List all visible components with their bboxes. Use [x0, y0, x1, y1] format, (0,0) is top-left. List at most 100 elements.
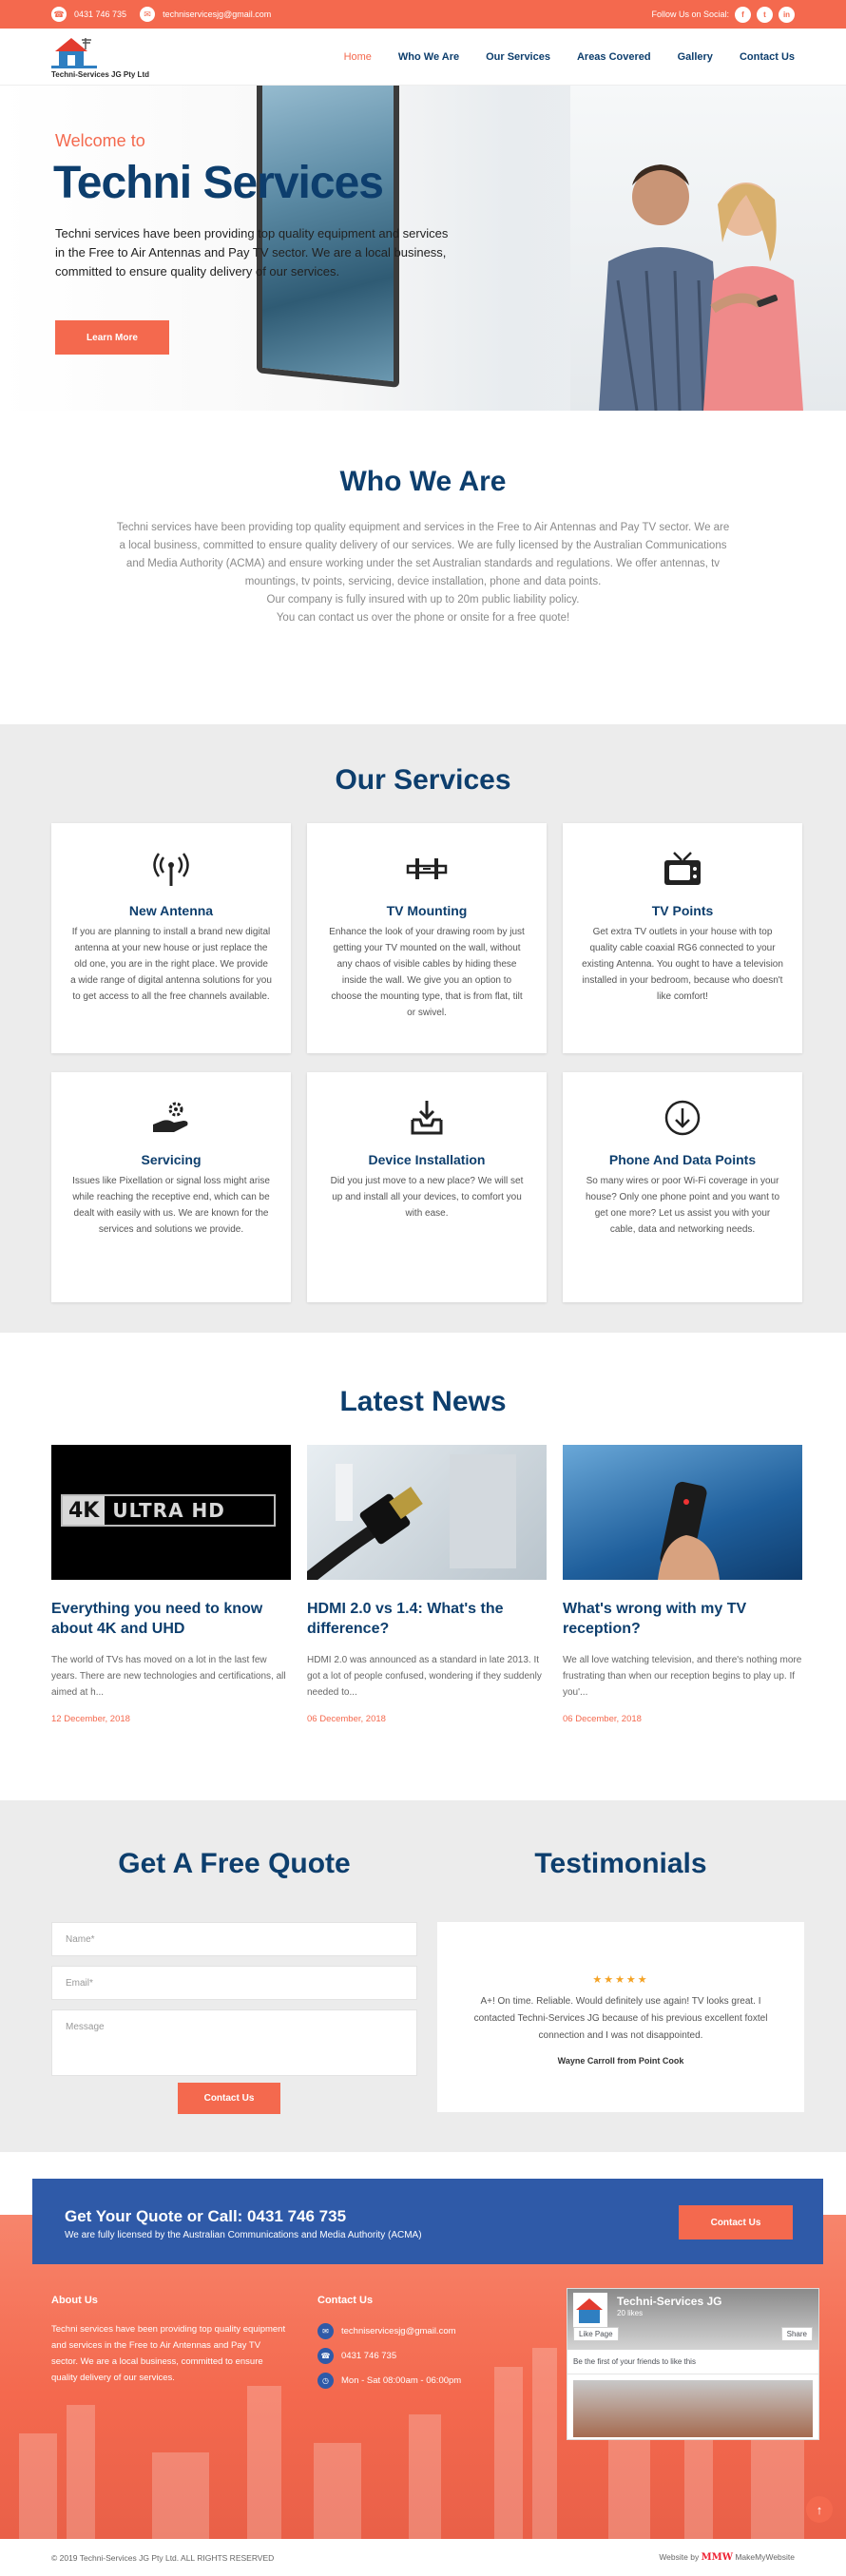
who-body: Techni services have been providing top …: [114, 519, 732, 627]
news-image-hdmi[interactable]: [307, 1445, 547, 1580]
hero-welcome: Welcome to: [55, 131, 145, 150]
who-paragraph-2: Our company is fully insured with up to …: [266, 594, 580, 606]
news-item-excerpt: HDMI 2.0 was announced as a standard in …: [307, 1655, 542, 1698]
news-item-date: 06 December, 2018: [307, 1714, 386, 1724]
facebook-page-name[interactable]: Techni-Services JG: [617, 2295, 722, 2308]
facebook-icon[interactable]: f: [735, 6, 751, 23]
service-title: New Antenna: [128, 903, 214, 918]
device-install-icon: [326, 1097, 528, 1139]
nav-home[interactable]: Home: [344, 51, 372, 63]
twitter-icon[interactable]: t: [757, 6, 773, 23]
news-item-title[interactable]: HDMI 2.0 vs 1.4: What's the difference?: [307, 1599, 547, 1639]
hero-title: Techni Services: [53, 158, 384, 208]
news-image-remote[interactable]: [563, 1445, 802, 1580]
facebook-post-preview: [573, 2380, 813, 2437]
facebook-cover: Techni-Services JG 20 likes Like Page Sh…: [567, 2289, 818, 2350]
latest-news-section: Latest News 4K ULTRA HD Everything you n…: [0, 1333, 846, 1800]
footer-contact-title: Contact Us: [317, 2295, 374, 2306]
service-title: Device Installation: [368, 1152, 486, 1167]
main-nav: Home Who We Are Our Services Areas Cover…: [344, 51, 795, 63]
cta-subtitle: We are fully licensed by the Australian …: [65, 2230, 422, 2240]
quote-contact-button[interactable]: Contact Us: [178, 2083, 280, 2114]
makemywebsite-logo: MMW: [701, 2552, 733, 2563]
testimonial-card: ★★★★★ A+! On time. Reliable. Would defin…: [437, 1922, 804, 2112]
facebook-page-avatar: [573, 2293, 607, 2327]
service-card-phone-data[interactable]: Phone And Data Points So many wires or p…: [563, 1072, 802, 1302]
footer-email-line[interactable]: ✉ techniservicesjg@gmail.com: [317, 2323, 456, 2339]
facebook-widget: Techni-Services JG 20 likes Like Page Sh…: [567, 2288, 819, 2440]
phone-icon: ☎: [51, 7, 67, 22]
service-desc: If you are planning to install a brand n…: [70, 927, 272, 1002]
mail-icon: ✉: [140, 7, 156, 22]
news-card[interactable]: What's wrong with my TV reception? We al…: [563, 1445, 802, 1724]
quote-message-field[interactable]: Message: [51, 2009, 417, 2076]
quote-testimonials-section: Get A Free Quote Name* Email* Message Co…: [0, 1800, 846, 2152]
copyright: © 2019 Techni-Services JG Pty Ltd. ALL R…: [51, 2552, 275, 2563]
footer-phone[interactable]: 0431 746 735: [341, 2351, 396, 2361]
top-email[interactable]: techniservicesjg@gmail.com: [163, 10, 271, 19]
nav-areas-covered[interactable]: Areas Covered: [577, 51, 651, 63]
service-desc: So many wires or poor Wi-Fi coverage in …: [585, 1176, 780, 1235]
news-grid: 4K ULTRA HD Everything you need to know …: [51, 1445, 846, 1724]
cta-banner: Get Your Quote or Call: 0431 746 735 We …: [32, 2179, 823, 2264]
facebook-share-button[interactable]: Share: [780, 2327, 813, 2341]
quote-name-field[interactable]: Name*: [51, 1922, 417, 1956]
servicing-icon: [70, 1097, 272, 1139]
cta-contact-button[interactable]: Contact Us: [679, 2205, 793, 2240]
footer-about-text: Techni services have been providing top …: [51, 2324, 286, 2383]
service-card-antenna[interactable]: New Antenna If you are planning to insta…: [51, 823, 291, 1053]
news-item-date: 12 December, 2018: [51, 1714, 130, 1724]
footer-about-title: About Us: [51, 2295, 98, 2306]
arrow-up-icon: ↑: [816, 2502, 823, 2517]
4k-logo-text: 4K: [63, 1496, 106, 1525]
facebook-first-like-text: Be the first of your friends to like thi…: [567, 2350, 818, 2374]
nav-contact-us[interactable]: Contact Us: [740, 51, 795, 63]
site-header: Techni-Services JG Pty Ltd Home Who We A…: [0, 29, 846, 86]
footer-hours: Mon - Sat 08:00am - 06:00pm: [341, 2375, 462, 2386]
quote-email-field[interactable]: Email*: [51, 1966, 417, 2000]
phone-icon: ☎: [317, 2348, 334, 2364]
footer-phone-line[interactable]: ☎ 0431 746 735: [317, 2348, 396, 2364]
news-item-excerpt: We all love watching television, and the…: [563, 1655, 802, 1698]
service-card-servicing[interactable]: Servicing Issues like Pixellation or sig…: [51, 1072, 291, 1302]
news-card[interactable]: 4K ULTRA HD Everything you need to know …: [51, 1445, 291, 1724]
service-title: TV Points: [651, 903, 714, 918]
service-card-tv-mounting[interactable]: TV Mounting Enhance the look of your dra…: [307, 823, 547, 1053]
site-credit[interactable]: Website by MMW MakeMyWebsite: [659, 2552, 795, 2563]
news-card[interactable]: HDMI 2.0 vs 1.4: What's the difference? …: [307, 1445, 547, 1724]
facebook-likes: 20 likes: [617, 2309, 644, 2317]
footer-hours-line: ◷ Mon - Sat 08:00am - 06:00pm: [317, 2373, 461, 2389]
who-paragraph-1: Techni services have been providing top …: [116, 522, 730, 587]
who-paragraph-3: You can contact us over the phone or ons…: [276, 612, 570, 624]
news-title: Latest News: [339, 1386, 507, 1417]
footer-email[interactable]: techniservicesjg@gmail.com: [341, 2326, 456, 2336]
scroll-to-top-button[interactable]: ↑: [806, 2496, 833, 2523]
services-grid: New Antenna If you are planning to insta…: [51, 823, 846, 1302]
site-logo[interactable]: Techni-Services JG Pty Ltd: [51, 34, 149, 79]
ultrahd-logo-text: ULTRA HD: [112, 1499, 225, 1522]
nav-gallery[interactable]: Gallery: [678, 51, 713, 63]
top-phone[interactable]: 0431 746 735: [74, 10, 126, 19]
remote-hand-illustration: [658, 1481, 720, 1580]
news-image-4k[interactable]: 4K ULTRA HD: [51, 1445, 291, 1580]
services-section: Our Services New Antenna If you are plan…: [0, 724, 846, 1333]
top-bar: ☎ 0431 746 735 ✉ techniservicesjg@gmail.…: [0, 0, 846, 29]
credit-name: MakeMyWebsite: [735, 2552, 795, 2562]
news-item-title[interactable]: Everything you need to know about 4K and…: [51, 1599, 291, 1639]
news-item-title[interactable]: What's wrong with my TV reception?: [563, 1599, 802, 1639]
hero-banner: Welcome to Techni Services Techni servic…: [0, 86, 846, 411]
nav-our-services[interactable]: Our Services: [486, 51, 550, 63]
follow-label: Follow Us on Social:: [651, 10, 729, 19]
facebook-like-button[interactable]: Like Page: [573, 2327, 619, 2341]
learn-more-button[interactable]: Learn More: [55, 320, 169, 355]
logo-text: Techni-Services JG Pty Ltd: [51, 70, 149, 79]
cta-title: Get Your Quote or Call: 0431 746 735: [65, 2207, 347, 2225]
service-card-tv-points[interactable]: TV Points Get extra TV outlets in your h…: [563, 823, 802, 1053]
nav-who-we-are[interactable]: Who We Are: [398, 51, 459, 63]
linkedin-icon[interactable]: in: [779, 6, 795, 23]
tv-icon: [582, 848, 783, 890]
service-card-device-installation[interactable]: Device Installation Did you just move to…: [307, 1072, 547, 1302]
service-desc: Enhance the look of your drawing room by…: [329, 927, 525, 1018]
services-title: Our Services: [335, 764, 511, 796]
who-we-are-section: Who We Are Techni services have been pro…: [0, 411, 846, 724]
